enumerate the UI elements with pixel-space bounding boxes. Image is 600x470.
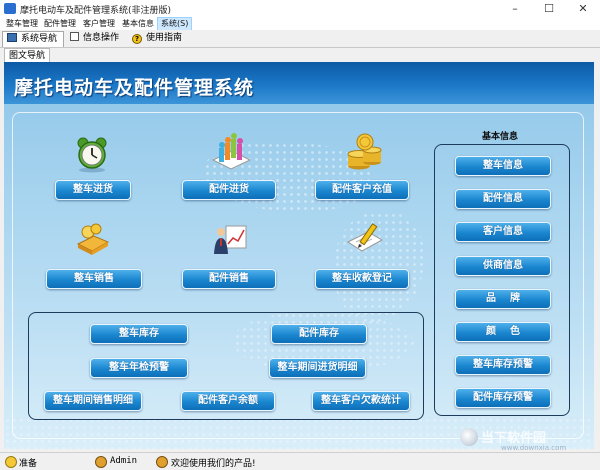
customer-info-button[interactable]: 客户信息 (455, 222, 551, 242)
checkbox-icon (70, 32, 79, 41)
vehicle-purchase-detail-button[interactable]: 整车期间进货明细 (269, 358, 366, 378)
parts-stock-button[interactable]: 配件库存 (271, 324, 367, 344)
status-user: Admin (110, 456, 138, 466)
header-band: 摩托电动车及配件管理系统 (4, 62, 594, 104)
main-panel: 摩托电动车及配件管理系统 整车进货 配件进货 配件客户充值 整车销售 配件销售 … (4, 62, 594, 449)
vehicle-customer-debt-button[interactable]: 整车客户欠款统计 (312, 391, 410, 411)
app-heading: 摩托电动车及配件管理系统 (14, 77, 255, 99)
menu-basic-info[interactable]: 基本信息 (119, 18, 157, 30)
watermark-url: www.downxia.com (501, 444, 567, 452)
supplier-info-button[interactable]: 供商信息 (455, 256, 551, 276)
tab-user-guide[interactable]: ? 使用指南 (132, 31, 182, 46)
minimize-button[interactable]: – (498, 0, 532, 17)
monitor-icon (7, 33, 17, 42)
brand-button[interactable]: 品 牌 (455, 289, 551, 309)
tool-tab-bar: 系统导航 信息操作 ? 使用指南 (0, 30, 600, 48)
status-bar: 准备 Admin 欢迎使用我们的产品! (0, 452, 600, 470)
app-icon (4, 3, 16, 14)
color-button[interactable]: 颜 色 (455, 322, 551, 342)
vehicle-payment-register-button[interactable]: 整车收款登记 (315, 269, 409, 289)
parts-sales-button[interactable]: 配件销售 (182, 269, 276, 289)
parts-info-button[interactable]: 配件信息 (455, 189, 551, 209)
vehicle-stock-alert-button[interactable]: 整车库存预警 (455, 355, 551, 375)
window-title: 摩托电动车及配件管理系统(非注册版) (20, 6, 172, 16)
tab-label: 系统导航 (21, 34, 58, 44)
people-chart-icon[interactable] (210, 132, 252, 172)
basic-info-title: 基本信息 (482, 132, 519, 142)
menu-system[interactable]: 系统(S) (157, 17, 193, 31)
vehicle-stock-button[interactable]: 整车库存 (90, 324, 188, 344)
businessman-chart-icon[interactable] (210, 220, 250, 260)
gold-coins-icon[interactable] (344, 132, 384, 172)
vehicle-sales-button[interactable]: 整车销售 (46, 269, 142, 289)
maximize-button[interactable]: ☐ (532, 0, 566, 17)
status-welcome: 欢迎使用我们的产品! (171, 459, 256, 469)
status-ready: 准备 (19, 459, 38, 469)
tab-picture-nav[interactable]: 图文导航 (4, 48, 51, 63)
title-bar[interactable]: 摩托电动车及配件管理系统(非注册版) – ☐ ✕ (0, 0, 600, 18)
tab-info-ops[interactable]: 信息操作 (70, 31, 119, 46)
tab-label: 使用指南 (146, 33, 183, 43)
menu-bar: 整车管理 配件管理 客户管理 基本信息 系统(S) (0, 17, 600, 31)
parts-customer-balance-button[interactable]: 配件客户余额 (181, 391, 275, 411)
pencil-document-icon[interactable] (344, 220, 384, 260)
watermark-logo (460, 428, 478, 446)
vehicle-purchase-button[interactable]: 整车进货 (55, 180, 131, 200)
basic-info-panel (434, 144, 570, 416)
close-button[interactable]: ✕ (566, 0, 600, 17)
parts-stock-alert-button[interactable]: 配件库存预警 (455, 388, 551, 408)
coins-book-icon[interactable] (72, 220, 112, 260)
vehicle-inspection-alert-button[interactable]: 整车年检预警 (90, 358, 188, 378)
menu-customers[interactable]: 客户管理 (80, 18, 118, 30)
vehicle-sales-detail-button[interactable]: 整车期间销售明细 (44, 391, 142, 411)
menu-vehicle[interactable]: 整车管理 (3, 18, 41, 30)
tab-label: 信息操作 (83, 33, 120, 43)
ready-icon (5, 456, 17, 468)
parts-customer-recharge-button[interactable]: 配件客户充值 (315, 180, 409, 200)
user-icon (95, 456, 107, 468)
help-icon: ? (132, 34, 142, 44)
welcome-icon (156, 456, 168, 468)
parts-purchase-button[interactable]: 配件进货 (182, 180, 276, 200)
alarm-clock-icon[interactable] (72, 134, 112, 174)
menu-parts[interactable]: 配件管理 (41, 18, 79, 30)
tab-system-nav[interactable]: 系统导航 (2, 31, 65, 47)
vehicle-info-button[interactable]: 整车信息 (455, 156, 551, 176)
